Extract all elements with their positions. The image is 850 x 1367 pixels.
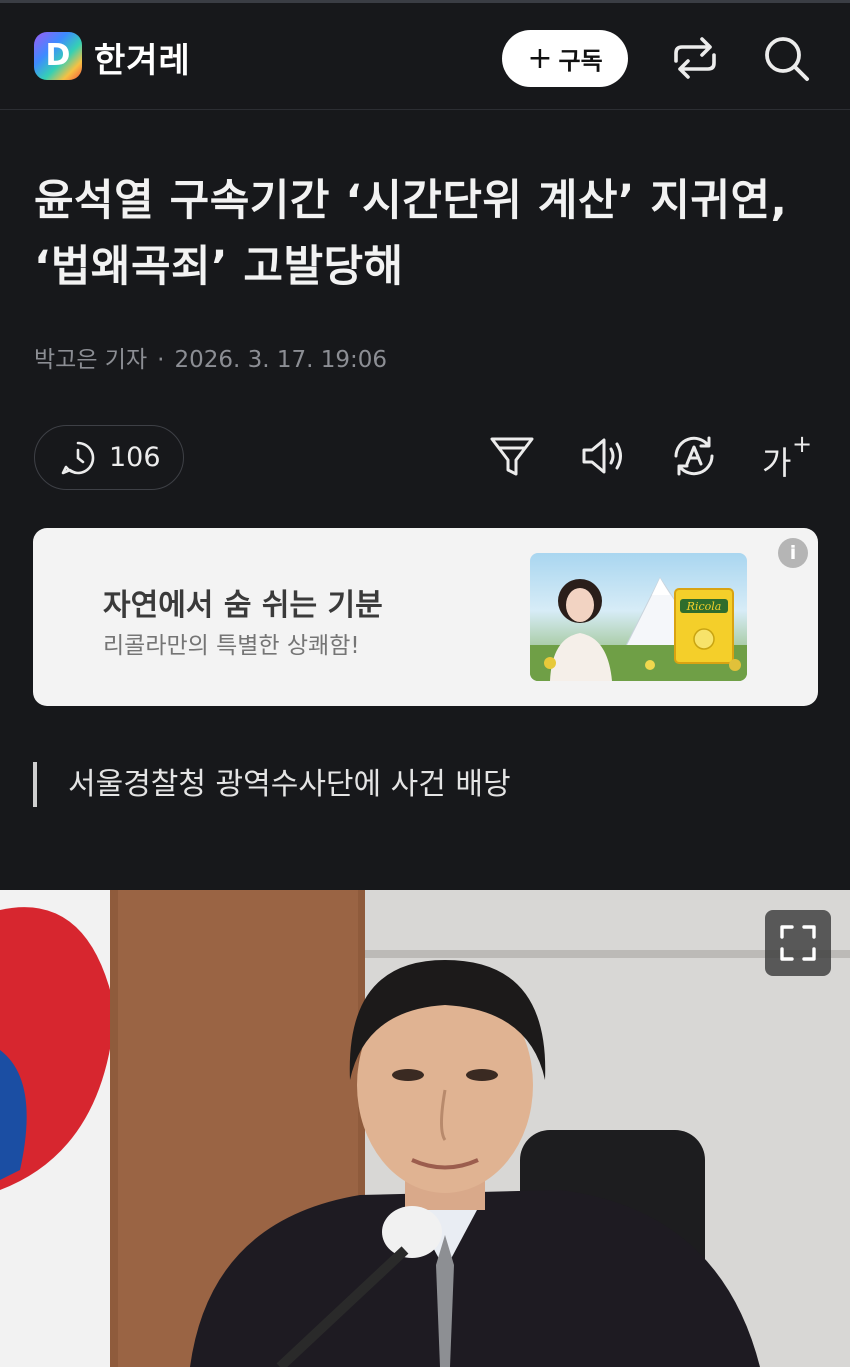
font-size-label: 가 [762,444,792,482]
brand-name[interactable]: 한겨레 [94,33,191,82]
search-icon[interactable] [759,31,813,85]
subscribe-button[interactable]: + 구독 [502,30,628,87]
translate-icon[interactable] [668,430,720,482]
article-subheading: 서울경찰청 광역수사단에 사건 배당 [33,762,511,807]
font-size-plus: + [792,430,813,458]
comment-button[interactable]: 106 [34,425,184,490]
ad-banner[interactable]: 자연에서 숨 쉬는 기분 리콜라만의 특별한 상쾌함! Ricola i [33,528,818,706]
photo-illustration [0,890,850,1367]
ad-info-icon[interactable]: i [778,538,808,568]
separator-dot: · [157,347,165,373]
article-headline: 윤석열 구속기간 ‘시간단위 계산’ 지귀연, ‘법왜곡죄’ 고발당해 [34,176,788,292]
app-logo-icon[interactable]: D [34,32,82,80]
author-name[interactable]: 박고은 기자 [34,347,147,373]
font-size-icon[interactable]: 가 + [758,430,813,482]
ad-image: Ricola [530,553,747,681]
logo-letter: D [45,38,71,73]
publish-date: 2026. 3. 17. 19:06 [174,347,388,373]
share-icon[interactable] [668,31,722,85]
ad-title: 자연에서 숨 쉬는 기분 [103,588,383,623]
subscribe-label: 구독 [558,47,603,75]
top-bar: D 한겨레 + 구독 [0,0,850,110]
ad-subtitle: 리콜라만의 특별한 상쾌함! [103,633,360,659]
plus-icon: + [527,40,553,76]
speaker-icon[interactable] [578,430,630,482]
ad-brand-text: Ricola [686,600,722,613]
expand-icon[interactable] [765,910,831,976]
filter-icon[interactable] [486,430,538,482]
comment-icon [61,441,95,474]
article-photo[interactable] [0,890,850,1367]
byline: 박고은 기자 · 2026. 3. 17. 19:06 [34,340,387,374]
fullscreen-icon [780,925,816,961]
comment-count: 106 [109,442,161,473]
ad-illustration: Ricola [530,577,747,681]
